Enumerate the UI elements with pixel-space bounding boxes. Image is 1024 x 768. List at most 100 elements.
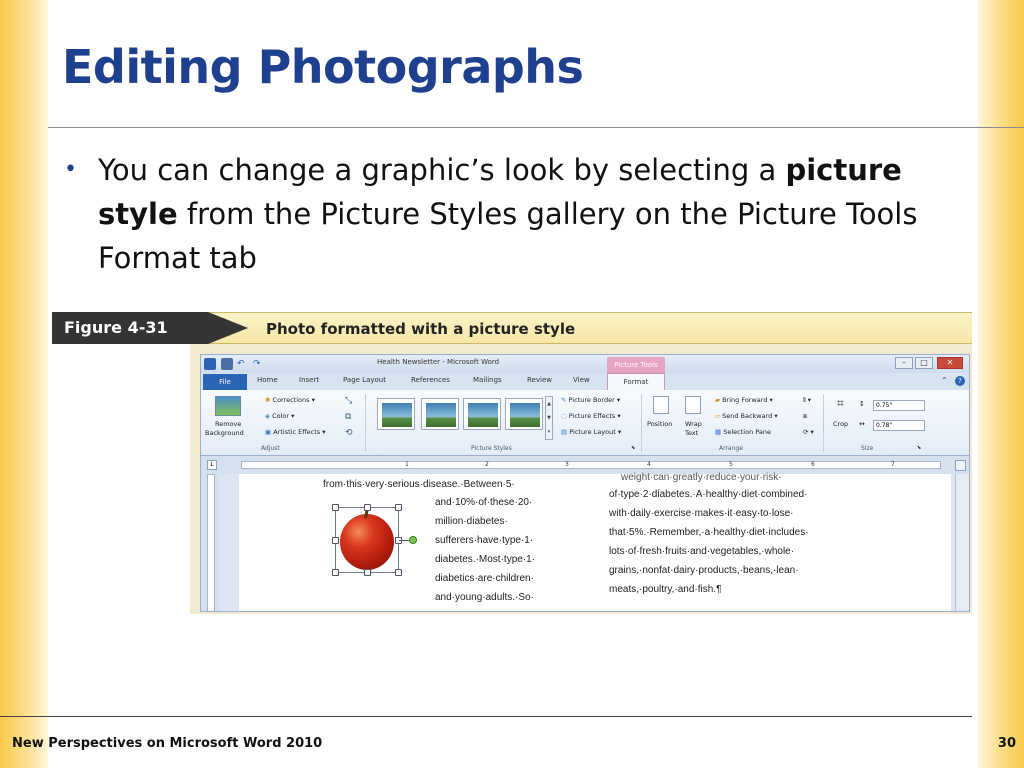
picture-style-thumb-3[interactable] (463, 398, 501, 430)
resize-handle[interactable] (332, 569, 339, 576)
footer-divider (0, 716, 972, 717)
artistic-effects-button[interactable]: ▣ Artistic Effects ▾ (265, 428, 326, 436)
remove-background-label-2[interactable]: Background (205, 429, 244, 437)
doc-line[interactable]: lots·of·fresh·fruits·and·vegetables,·who… (609, 546, 794, 557)
doc-line[interactable]: and·young·adults.·So· (435, 592, 534, 603)
resize-handle[interactable] (332, 537, 339, 544)
word-app-icon[interactable] (204, 358, 216, 370)
figure-label: Figure 4-31 (52, 312, 208, 344)
tab-review[interactable]: Review (527, 376, 552, 384)
gallery-scroll-buttons[interactable]: ▲ ▼ ▾ (545, 396, 553, 440)
apple-image (340, 514, 394, 570)
redo-icon[interactable]: ↷ (253, 358, 265, 370)
bring-forward-icon: ▰ (715, 396, 720, 404)
selected-picture[interactable] (332, 504, 402, 576)
remove-background-label-1[interactable]: Remove (215, 420, 241, 428)
resize-handle[interactable] (332, 504, 339, 511)
figure-label-arrow (208, 312, 248, 344)
doc-line[interactable]: weight·can·greatly·reduce·your·risk· (621, 472, 782, 483)
artistic-effects-label: Artistic Effects (273, 428, 321, 436)
bullet-dot-icon: • (64, 157, 77, 182)
resize-handle[interactable] (395, 504, 402, 511)
picture-border-button[interactable]: ✎ Picture Border ▾ (561, 396, 620, 404)
ruler-number: 2 (485, 461, 489, 468)
selection-pane-button[interactable]: ▦ Selection Pane (715, 428, 771, 436)
tab-references[interactable]: References (411, 376, 450, 384)
doc-line[interactable]: that·5%.·Remember,·a·healthy·diet·includ… (609, 527, 809, 538)
picture-layout-button[interactable]: ▤ Picture Layout ▾ (561, 428, 621, 436)
help-icon[interactable]: ? (955, 376, 965, 386)
doc-line[interactable]: from·this·very·serious·disease.·Between·… (323, 479, 515, 490)
close-button[interactable]: ✕ (937, 357, 963, 369)
doc-line[interactable]: diabetics·are·children· (435, 573, 534, 584)
resize-handle[interactable] (364, 504, 371, 511)
wrap-text-label-1[interactable]: Wrap (685, 420, 702, 428)
wrap-text-label-2[interactable]: Text (685, 429, 698, 437)
crop-icon[interactable]: ⌗ (837, 396, 844, 411)
figure-caption: Photo formatted with a picture style (266, 320, 576, 338)
undo-icon[interactable]: ↶ (237, 358, 249, 370)
rotation-handle[interactable] (409, 536, 417, 544)
ribbon-collapse-icon[interactable]: ⌃ (941, 376, 948, 385)
artistic-effects-icon: ▣ (265, 428, 272, 436)
minimize-button[interactable]: – (895, 357, 913, 369)
ribbon-separator (641, 394, 642, 452)
tab-file[interactable]: File (203, 374, 247, 390)
change-picture-icon[interactable]: ⧉ (345, 412, 351, 422)
ruler-number: 3 (565, 461, 569, 468)
picture-style-thumb-4[interactable] (505, 398, 543, 430)
rotate-icon[interactable]: ⟳ ▾ (803, 428, 814, 436)
doc-line[interactable]: grains,·nonfat·dairy·products,·beans,·le… (609, 565, 799, 576)
doc-line[interactable]: and·10%·of·these·20· (435, 497, 532, 508)
remove-background-icon[interactable] (215, 396, 241, 416)
vertical-ruler-strip (207, 474, 215, 611)
crop-label[interactable]: Crop (833, 420, 848, 428)
tab-view[interactable]: View (573, 376, 590, 384)
tab-mailings[interactable]: Mailings (473, 376, 502, 384)
view-ruler-icon[interactable] (955, 460, 966, 471)
wrap-text-icon[interactable] (685, 396, 701, 414)
align-icon[interactable]: ⫴ ▾ (803, 396, 811, 405)
tab-insert[interactable]: Insert (299, 376, 319, 384)
doc-line[interactable]: meats,·poultry,·and·fish.¶ (609, 584, 721, 595)
position-icon[interactable] (653, 396, 669, 414)
doc-line[interactable]: with·daily·exercise·makes·it·easy·to·los… (609, 508, 794, 519)
height-icon: ↕ (859, 400, 865, 408)
picture-layout-label: Picture Layout (569, 428, 616, 436)
doc-line[interactable]: diabetes.·Most·type·1· (435, 554, 535, 565)
send-backward-button[interactable]: ▱ Send Backward ▾ (715, 412, 778, 420)
doc-line[interactable]: million·diabetes· (435, 516, 508, 527)
compress-pictures-icon[interactable]: ⤡ (345, 396, 352, 406)
doc-line[interactable]: of·type·2·diabetes.·A·healthy·diet·combi… (609, 489, 807, 500)
size-launcher-icon[interactable]: ⬊ (917, 445, 921, 451)
vertical-scrollbar[interactable] (955, 474, 969, 611)
color-button[interactable]: ◈ Color ▾ (265, 412, 294, 420)
corrections-button[interactable]: ✺ Corrections ▾ (265, 396, 315, 404)
picture-style-thumb-1[interactable] (377, 398, 415, 430)
picture-style-thumb-2[interactable] (421, 398, 459, 430)
tab-format[interactable]: Format (607, 373, 665, 390)
ruler-strip (241, 461, 941, 469)
bring-forward-button[interactable]: ▰ Bring Forward ▾ (715, 396, 773, 404)
picture-effects-label: Picture Effects (568, 412, 616, 420)
tab-page-layout[interactable]: Page Layout (343, 376, 386, 384)
color-icon: ◈ (265, 412, 270, 420)
save-icon[interactable] (221, 358, 233, 370)
tab-selector-icon[interactable]: L (207, 460, 217, 470)
selection-pane-icon: ▦ (715, 428, 722, 436)
tab-home[interactable]: Home (257, 376, 278, 384)
ruler-number: 5 (729, 461, 733, 468)
reset-picture-icon[interactable]: ⟲ (345, 428, 353, 438)
width-field[interactable]: 0.78" (873, 420, 925, 431)
group-icon[interactable]: ⧈ (803, 412, 807, 421)
ribbon: Remove Background ✺ Corrections ▾ ◈ Colo… (201, 390, 969, 456)
picture-effects-button[interactable]: ◌ Picture Effects ▾ (561, 412, 621, 420)
height-field[interactable]: 0.75" (873, 400, 925, 411)
resize-handle[interactable] (364, 569, 371, 576)
maximize-button[interactable]: □ (915, 357, 933, 369)
doc-line[interactable]: sufferers·have·type·1· (435, 535, 533, 546)
resize-handle[interactable] (395, 569, 402, 576)
picture-styles-launcher-icon[interactable]: ⬊ (631, 445, 635, 451)
ribbon-separator (823, 394, 824, 452)
position-label[interactable]: Position (647, 420, 672, 428)
